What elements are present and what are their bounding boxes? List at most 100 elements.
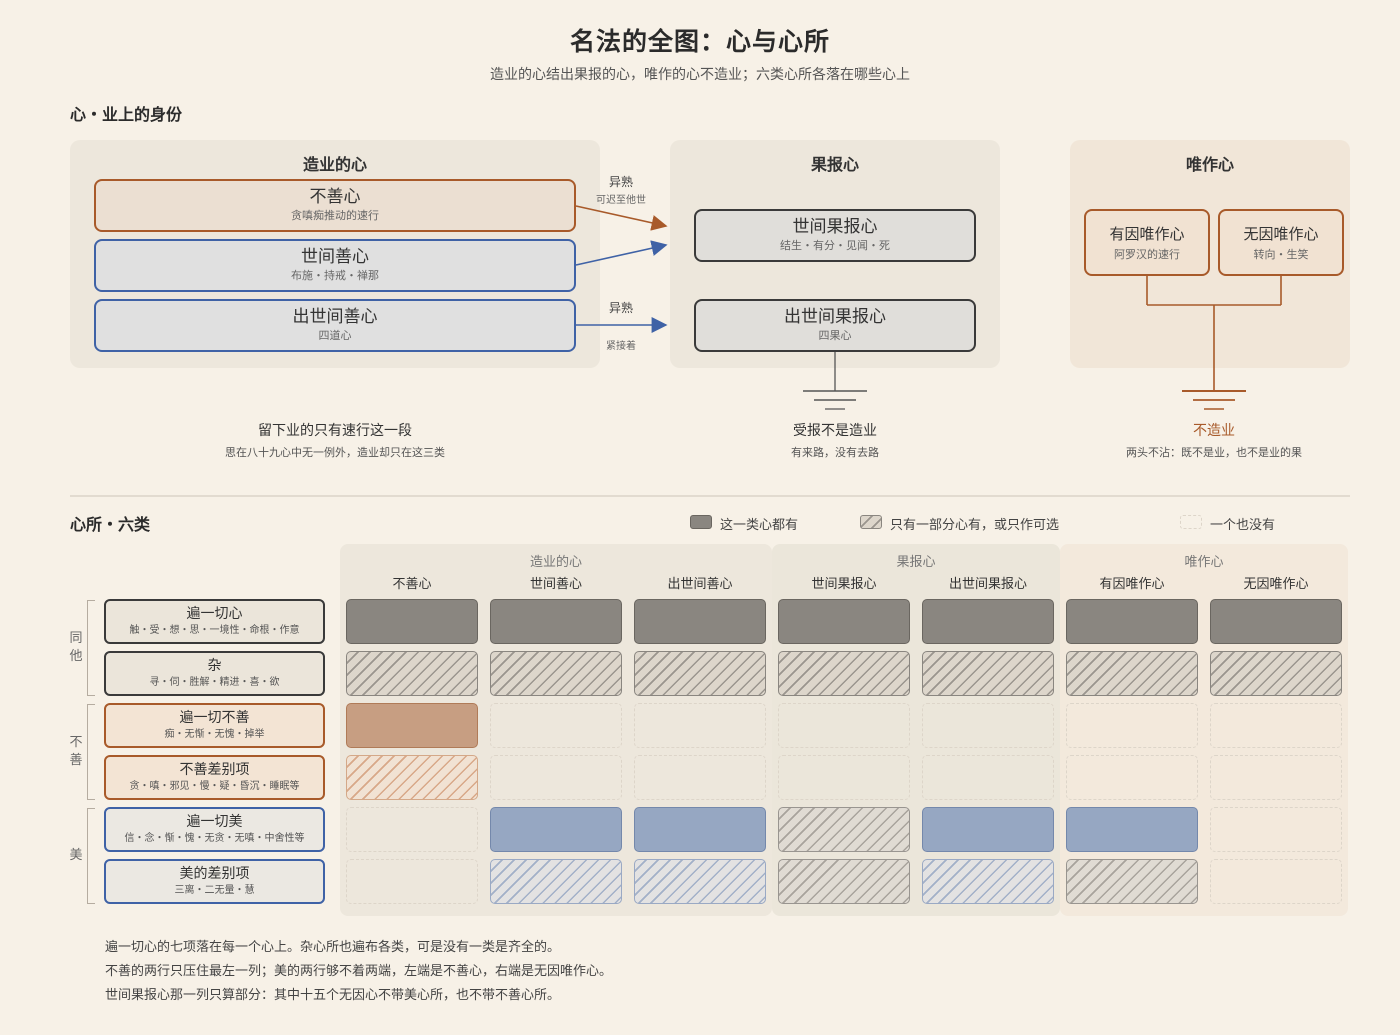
matrix-cell-none [1210, 703, 1342, 748]
column-header: 无因唯作心 [1243, 577, 1309, 592]
matrix-cell-part-gray [490, 651, 622, 696]
matrix-cell-none [778, 755, 910, 800]
matrix-cell-none [922, 703, 1054, 748]
matrix-cell-none [634, 755, 766, 800]
matrix-cell-full-unw [346, 703, 478, 748]
column-header: 世间善心 [529, 577, 582, 592]
functional-ground-icon [1146, 276, 1282, 410]
result-note-sub: 有来路，没有去路 [791, 446, 879, 459]
footnote: 世间果报心那一列只算部分：其中十五个无因心不带美心所，也不带不善心所。 [105, 988, 561, 1003]
karma-note-sub: 思在八十九心中无一例外，造业却只在这三类 [225, 446, 445, 459]
row-label: 遍一切美 [186, 814, 243, 830]
matrix-cell-none [346, 807, 478, 852]
matrix-cell-full-gray [634, 599, 766, 644]
section2-title: 心所・六类 [70, 515, 151, 534]
arrow-bottom-label: 异熟 [608, 301, 633, 315]
matrix-cell-none [778, 703, 910, 748]
arrow-bottom-sublabel: 紧接着 [606, 341, 636, 352]
column-header: 不善心 [392, 577, 432, 592]
row-occasional-unwholesome: 不善差别项 贪・嗔・邪见・慢・疑・昏沉・睡眠等 [104, 755, 325, 800]
row-sublabel: 信・念・惭・愧・无贪・无嗔・中舍性等 [124, 833, 305, 844]
arrow-unwholesome-to-result [575, 205, 668, 231]
matrix-cell-none [1066, 703, 1198, 748]
row-occasional: 杂 寻・伺・胜解・精进・喜・欲 [104, 651, 325, 696]
matrix-cell-part-gray [346, 651, 478, 696]
matrix-cell-full-gray [1210, 599, 1342, 644]
arrow-wholesome-to-result [575, 240, 668, 266]
functional-note-sub: 两头不沾：既不是业，也不是业的果 [1126, 446, 1302, 459]
matrix-cell-part-gray [922, 651, 1054, 696]
row-universal: 遍一切心 触・受・想・思・一境性・命根・作意 [104, 599, 325, 644]
side-bracket [87, 600, 95, 696]
matrix-cell-part-wh [922, 859, 1054, 904]
matrix-cell-none [634, 703, 766, 748]
group-label-karma: 造业的心 [529, 555, 582, 570]
matrix-cell-none [922, 755, 1054, 800]
row-label: 不善差别项 [179, 762, 250, 778]
column-header: 世间果报心 [811, 577, 877, 592]
result-ground-icon [803, 352, 867, 410]
matrix-cell-part-wh [490, 859, 622, 904]
matrix-cell-part-gw [778, 807, 910, 852]
matrix-cell-part-unw [346, 755, 478, 800]
row-sublabel: 寻・伺・胜解・精进・喜・欲 [149, 677, 280, 688]
matrix-cell-none [1066, 755, 1198, 800]
column-header: 有因唯作心 [1099, 577, 1165, 592]
matrix-cell-full-wh [922, 807, 1054, 852]
legend-partial-label: 只有一部分心有，或只作可选 [890, 518, 1060, 533]
matrix-cell-full-gray [346, 599, 478, 644]
row-sublabel: 三离・二无量・慧 [174, 885, 255, 896]
legend-none-swatch [1180, 515, 1202, 529]
matrix-cell-part-gray [778, 651, 910, 696]
column-header: 出世间果报心 [948, 577, 1027, 592]
section-divider [70, 495, 1350, 497]
row-universal-beautiful: 遍一切美 信・念・惭・愧・无贪・无嗔・中舍性等 [104, 807, 325, 852]
legend-none-label: 一个也没有 [1210, 518, 1276, 533]
row-sublabel: 贪・嗔・邪见・慢・疑・昏沉・睡眠等 [129, 781, 300, 792]
result-note: 受报不是造业 [793, 423, 877, 439]
row-sublabel: 痴・无惭・无愧・掉举 [164, 729, 265, 740]
footnote: 遍一切心的七项落在每一个心上。杂心所也遍布各类，可是没有一类是齐全的。 [105, 940, 561, 955]
matrix-cell-part-gw [1066, 859, 1198, 904]
matrix-cell-full-gray [922, 599, 1054, 644]
side-group-label: 美 [69, 848, 83, 863]
side-bracket [87, 704, 95, 800]
matrix-cell-part-gw [778, 859, 910, 904]
matrix-cell-part-gray [1066, 651, 1198, 696]
arrow-top-label: 异熟 [608, 175, 633, 189]
matrix-cell-full-gray [490, 599, 622, 644]
row-sublabel: 触・受・想・思・一境性・命根・作意 [129, 625, 300, 636]
side-group-label: 不善 [69, 735, 83, 768]
side-group-label: 同他 [69, 631, 83, 664]
matrix-cell-none [346, 859, 478, 904]
matrix-cell-none [1210, 755, 1342, 800]
group-label-functional: 唯作心 [1184, 555, 1224, 570]
side-bracket [87, 808, 95, 904]
matrix-cell-none [1210, 807, 1342, 852]
column-header: 出世间善心 [667, 577, 733, 592]
matrix-cell-none [490, 755, 622, 800]
matrix-cell-none [1210, 859, 1342, 904]
karma-note: 留下业的只有速行这一段 [258, 423, 412, 439]
legend-full-label: 这一类心都有 [720, 518, 799, 533]
row-label: 杂 [207, 658, 222, 674]
group-label-result: 果报心 [896, 555, 936, 570]
row-label: 遍一切心 [186, 606, 243, 622]
matrix-cell-full-gray [1066, 599, 1198, 644]
row-universal-unwholesome: 遍一切不善 痴・无惭・无愧・掉举 [104, 703, 325, 748]
row-occasional-beautiful: 美的差别项 三离・二无量・慧 [104, 859, 325, 904]
matrix-cell-full-wh [634, 807, 766, 852]
matrix-cell-full-gray [778, 599, 910, 644]
functional-note: 不造业 [1193, 423, 1235, 439]
legend-full-swatch [690, 515, 712, 529]
legend-partial-swatch [860, 515, 882, 529]
row-label: 美的差别项 [179, 866, 250, 882]
matrix-cell-part-gray [634, 651, 766, 696]
arrow-top-sublabel: 可迟至他世 [596, 195, 646, 206]
matrix-cell-full-wh [490, 807, 622, 852]
section1-connectors [575, 205, 1282, 410]
matrix-cell-none [490, 703, 622, 748]
row-label: 遍一切不善 [179, 710, 250, 726]
matrix-cell-part-wh [634, 859, 766, 904]
footnote: 不善的两行只压住最左一列；美的两行够不着两端，左端是不善心，右端是无因唯作心。 [105, 964, 613, 979]
